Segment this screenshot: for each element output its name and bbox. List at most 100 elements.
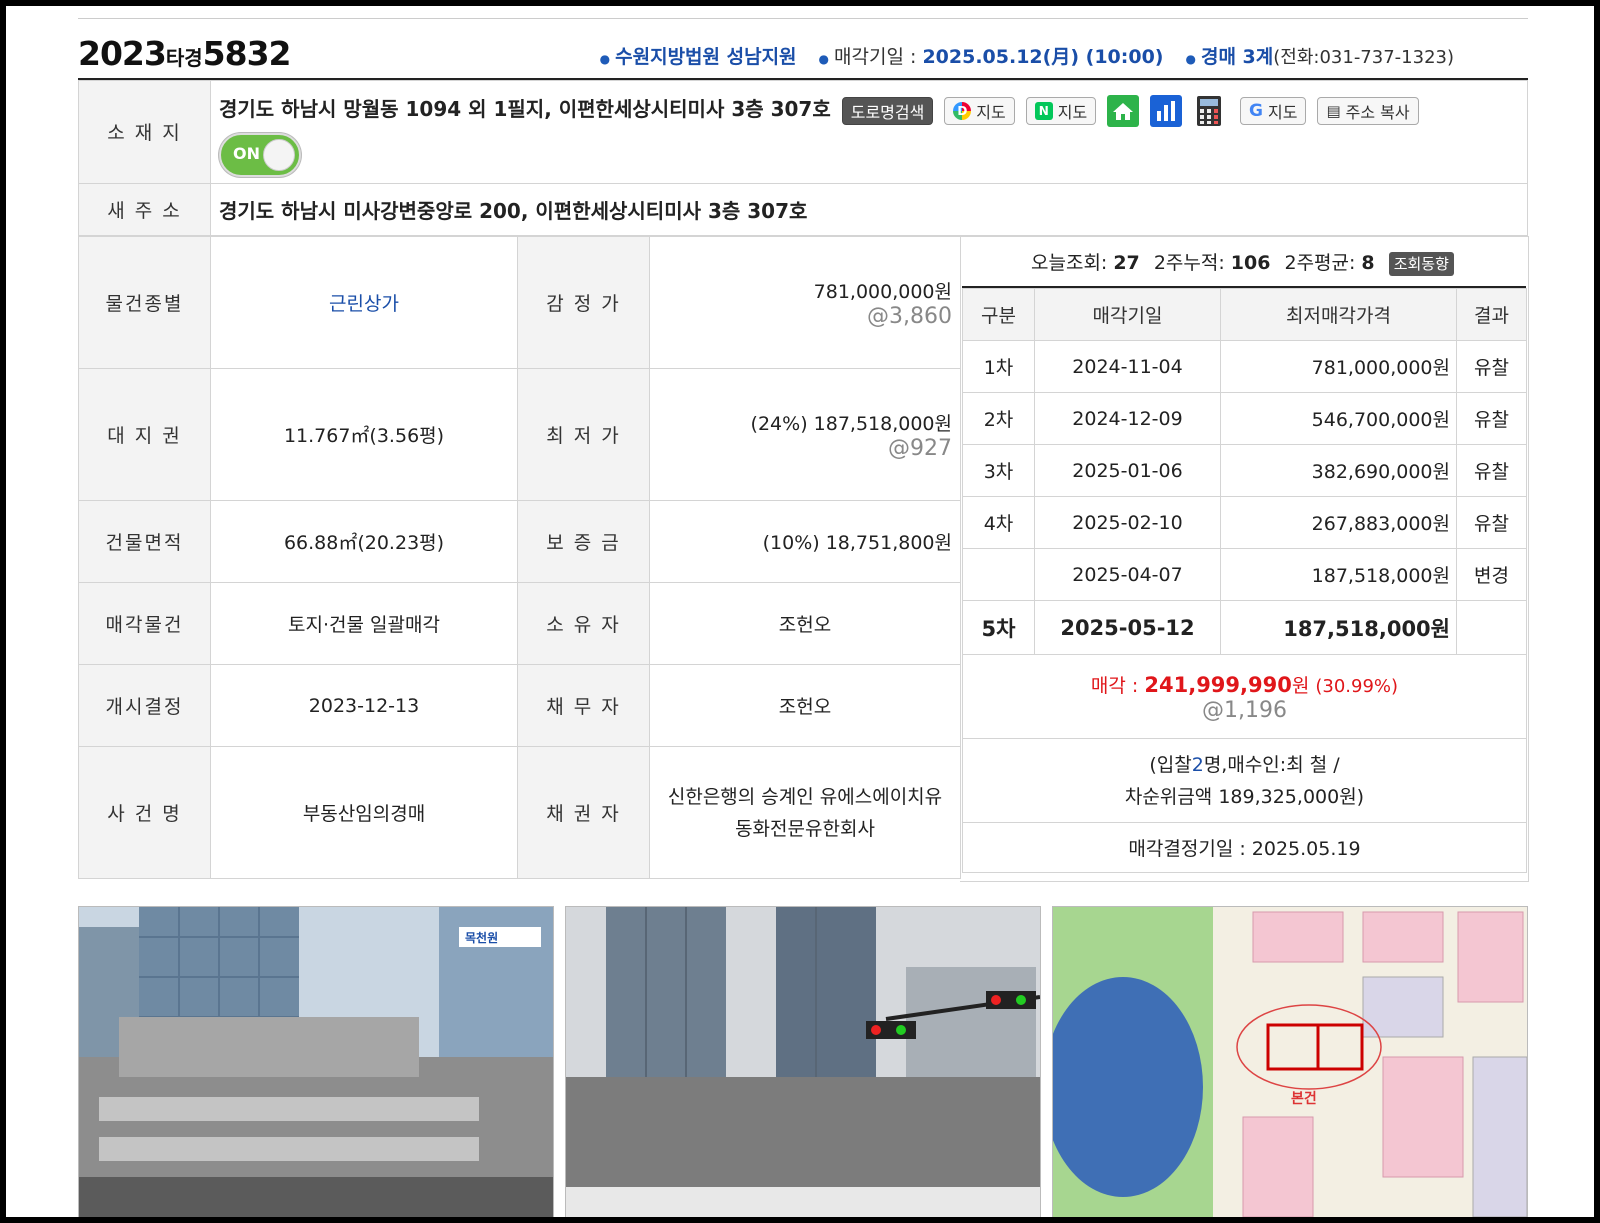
deposit-label: 보 증 금 [517, 500, 650, 583]
row-result: 유찰 [1456, 496, 1527, 549]
building-area-label: 건물면적 [78, 500, 211, 583]
creditor-label: 채 권 자 [517, 746, 650, 879]
min-price-per-area: @927 [888, 435, 952, 461]
min-price-cell: (24%) 187,518,000원 @927 [649, 368, 961, 501]
owner-value: 조헌오 [649, 582, 961, 665]
phone: (전화:031-737-1323) [1273, 47, 1454, 68]
sale-date-info: ● 매각기일 : 2025.05.12(月) (10:00) [819, 42, 1164, 69]
map-toggle[interactable]: ON [219, 132, 301, 177]
start-decision-value: 2023-12-13 [210, 664, 518, 747]
details-table: 물건종별 근린상가 감 정 가 781,000,000원 @3,860 대 지 권… [78, 236, 961, 879]
daum-logo-icon: D [953, 101, 972, 120]
row-date: 2025-02-10 [1034, 496, 1221, 549]
copy-address-button[interactable]: ▤ 주소 복사 [1317, 96, 1419, 125]
chart-icon[interactable] [1150, 94, 1183, 127]
google-map-button[interactable]: G 지도 [1240, 96, 1307, 125]
today-label: 오늘조회: [1031, 252, 1108, 274]
page: 2023 타경 5832 ● 수원지방법원 성남지원 ● 매각기일 : 2025.0… [6, 6, 1594, 1217]
row-round: 1차 [962, 340, 1035, 393]
row-round: 5차 [962, 600, 1035, 655]
building-photo-2[interactable] [565, 906, 1041, 1217]
col-round: 구분 [962, 288, 1035, 341]
row-date: 2025-04-07 [1034, 548, 1221, 601]
col-price: 최저매각가격 [1220, 288, 1457, 341]
court-name[interactable]: 수원지방법원 성남지원 [615, 46, 796, 68]
divider [78, 18, 1528, 19]
debtor-label: 채 무 자 [517, 664, 650, 747]
building-photo-1[interactable]: 목천원 [78, 906, 554, 1217]
sale-date-label: 매각기일 : [834, 46, 917, 68]
two-week-label: 2주누적: [1153, 252, 1225, 274]
history-table: 구분 매각기일 최저매각가격 결과 1차 2024-11-04 781,000,… [962, 288, 1527, 873]
row-price: 382,690,000원 [1220, 444, 1457, 497]
toggle-label: ON [233, 143, 260, 163]
col-result: 결과 [1456, 288, 1527, 341]
start-decision-label: 개시결정 [78, 664, 211, 747]
row-date: 2024-11-04 [1034, 340, 1221, 393]
bullet-icon: ● [818, 52, 830, 66]
header-info: ● 수원지방법원 성남지원 ● 매각기일 : 2025.05.12(月) (10:0… [600, 42, 1454, 69]
location-map[interactable]: 본건 [1052, 906, 1528, 1217]
sale-object-label: 매각물건 [78, 582, 211, 665]
division[interactable]: 경매 3계 [1201, 46, 1273, 68]
location-map-image: 본건 [1053, 907, 1527, 1217]
case-number: 2023 타경 5832 [78, 34, 292, 74]
sale-object-value: 토지·건물 일괄매각 [210, 582, 518, 665]
division-info: ● 경매 3계(전화:031-737-1323) [1185, 42, 1454, 69]
sold-per-area: @1,196 [1202, 697, 1287, 723]
deposit-value: (10%) 18,751,800원 [649, 500, 961, 583]
row-round: 4차 [962, 496, 1035, 549]
appraisal-value: 781,000,000원 [813, 280, 952, 303]
row-result: 유찰 [1456, 340, 1527, 393]
history-row: 4차 2025-02-10 267,883,000원 유찰 [962, 496, 1527, 549]
case-type: 타경 [165, 46, 203, 70]
creditor-line2: 동화전문유한회사 [735, 817, 875, 840]
row-price: 267,883,000원 [1220, 496, 1457, 549]
creditor-cell: 신한은행의 승계인 유에스에이치유동화전문유한회사 [649, 746, 961, 879]
building-photo-2-image [566, 907, 1040, 1217]
history-row: 3차 2025-01-06 382,690,000원 유찰 [962, 444, 1527, 497]
bid-count: 2 [1191, 753, 1204, 776]
row-price: 781,000,000원 [1220, 340, 1457, 393]
history-row-current: 5차 2025-05-12 187,518,000원 [962, 600, 1527, 655]
bullet-icon: ● [599, 52, 611, 66]
row-round: 2차 [962, 392, 1035, 445]
min-price-value: (24%) 187,518,000원 [750, 412, 952, 435]
two-week-count: 106 [1230, 252, 1271, 274]
row-result: 변경 [1456, 548, 1527, 601]
daum-map-button[interactable]: D 지도 [944, 96, 1015, 125]
sold-ratio: (30.99%) [1315, 675, 1399, 697]
row-result: 유찰 [1456, 444, 1527, 497]
appraisal-cell: 781,000,000원 @3,860 [649, 236, 961, 369]
building-photo-1-image: 목천원 [79, 907, 553, 1217]
second-bid: 차순위금액 189,325,000원) [1124, 785, 1365, 808]
road-search-button[interactable]: 도로명검색 [841, 96, 934, 125]
calculator-icon[interactable] [1193, 95, 1225, 127]
avg-count: 8 [1361, 252, 1375, 274]
court-info: ● 수원지방법원 성남지원 [600, 42, 797, 69]
land-label: 대 지 권 [78, 368, 211, 501]
new-address-value: 경기도 하남시 미사강변중앙로 200, 이편한세상시티미사 3층 307호 [210, 182, 1528, 236]
decision-date: 매각결정기일 : 2025.05.19 [962, 822, 1527, 873]
naver-map-button[interactable]: N 지도 [1025, 96, 1097, 125]
sale-date: 2025.05.12(月) (10:00) [922, 46, 1164, 68]
house-icon[interactable] [1107, 94, 1140, 127]
location-label: 소 재 지 [78, 80, 211, 184]
sold-cell: 매각 : 241,999,990원 (30.99%) @1,196 [962, 654, 1527, 739]
row-round [962, 548, 1035, 601]
creditor-line1: 신한은행의 승계인 유에스에이치유 [667, 785, 943, 808]
appraisal-label: 감 정 가 [517, 236, 650, 369]
row-round: 3차 [962, 444, 1035, 497]
row-date: 2024-12-09 [1034, 392, 1221, 445]
trend-button[interactable]: 조회동향 [1388, 252, 1454, 276]
type-value[interactable]: 근린상가 [210, 236, 518, 369]
row-date: 2025-05-12 [1034, 600, 1221, 655]
owner-label: 소 유 자 [517, 582, 650, 665]
row-price: 187,518,000원 [1220, 600, 1457, 655]
naver-logo-icon: N [1034, 101, 1053, 120]
sold-label: 매각 : [1090, 674, 1139, 697]
naver-map-label: 지도 [1057, 102, 1088, 122]
avg-label: 2주평균: [1284, 252, 1356, 274]
road-search-label: 도로명검색 [850, 102, 925, 122]
row-date: 2025-01-06 [1034, 444, 1221, 497]
